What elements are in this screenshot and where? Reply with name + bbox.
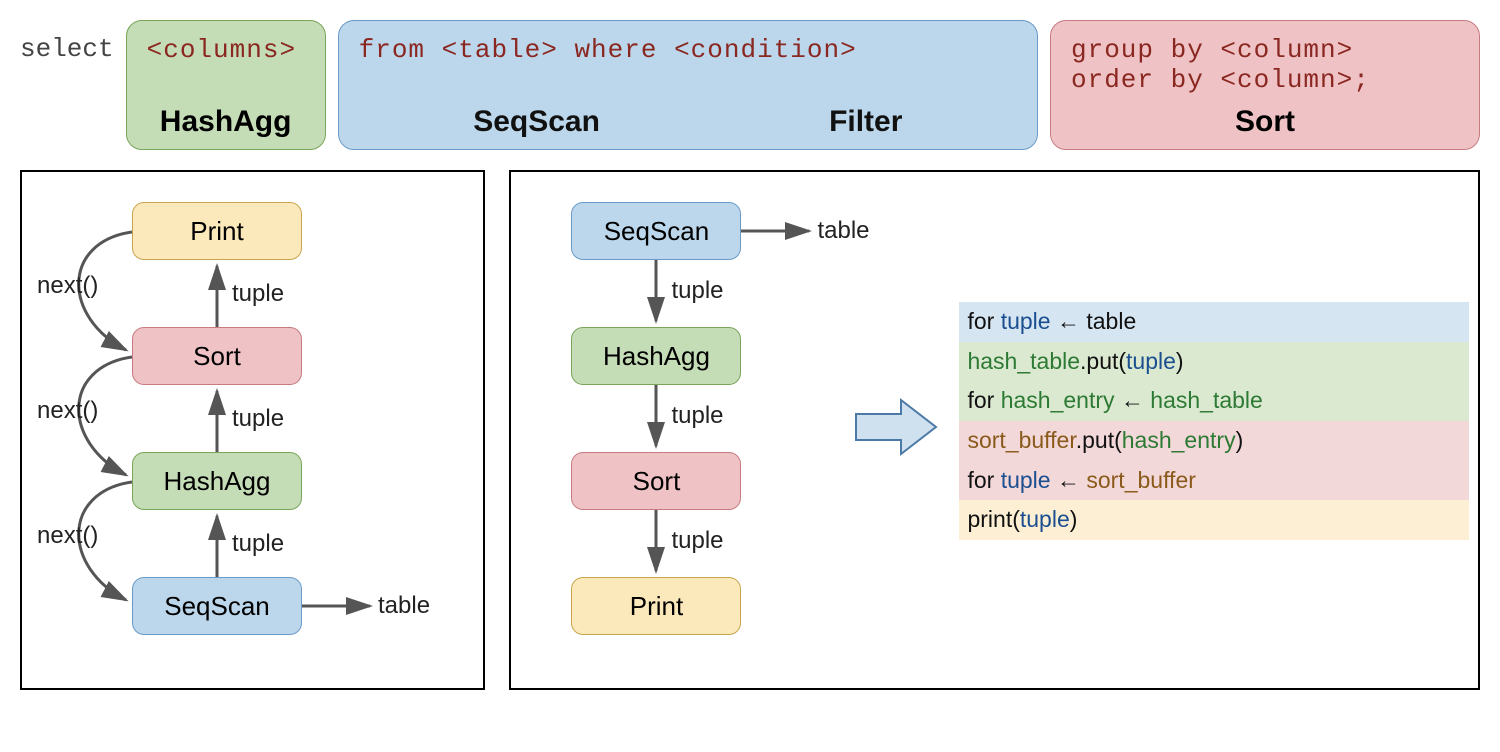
l5-arrow: ← bbox=[1051, 467, 1087, 493]
sort-label: Sort bbox=[1071, 105, 1459, 139]
pseudocode-line-4: sort_buffer.put(hash_entry) bbox=[959, 421, 1469, 461]
big-arrow-icon bbox=[851, 392, 941, 462]
node2-hashagg-label: HashAgg bbox=[603, 341, 710, 372]
l4-close: ) bbox=[1236, 427, 1244, 453]
l1-table: table bbox=[1086, 308, 1136, 334]
l3-for: for bbox=[967, 387, 1000, 413]
l1-tuple: tuple bbox=[1001, 308, 1051, 334]
seqscan-label: SeqScan bbox=[473, 105, 600, 139]
pseudocode-line-1: for tuple ← table bbox=[959, 302, 1469, 342]
edge-table-left: table bbox=[378, 592, 430, 620]
l6-print: print( bbox=[967, 506, 1019, 532]
node2-seqscan: SeqScan bbox=[571, 202, 741, 260]
l5-for: for bbox=[967, 467, 1000, 493]
hashagg-label: HashAgg bbox=[147, 105, 305, 139]
node-seqscan: SeqScan bbox=[132, 577, 302, 635]
l4-put: .put( bbox=[1076, 427, 1122, 453]
pseudocode-line-2: hash_table.put(tuple) bbox=[959, 342, 1469, 382]
node2-sort-label: Sort bbox=[633, 466, 681, 497]
pseudocode-line-5: for tuple ← sort_buffer bbox=[959, 461, 1469, 501]
filter-label: Filter bbox=[829, 105, 902, 139]
seqscan-clause-box: from <table> where <condition> SeqScan F… bbox=[338, 20, 1038, 150]
l2-hash-table: hash_table bbox=[967, 348, 1080, 374]
edge-tuple-2: tuple bbox=[232, 405, 284, 433]
sort-clause-box: group by <column> order by <column>; Sor… bbox=[1050, 20, 1480, 150]
sort-clause-text-1: group by <column> bbox=[1071, 35, 1459, 65]
node-print-label: Print bbox=[190, 216, 243, 247]
node-print: Print bbox=[132, 202, 302, 260]
select-keyword: select bbox=[20, 20, 114, 64]
edge-tuple-1: tuple bbox=[232, 280, 284, 308]
panels-row: Print Sort HashAgg SeqScan next() next() bbox=[20, 170, 1480, 690]
l1-arrow: ← bbox=[1051, 308, 1087, 334]
l3-arrow: ← bbox=[1115, 387, 1151, 413]
sql-mapping-row: select <columns> HashAgg from <table> wh… bbox=[20, 20, 1480, 150]
node-hashagg-label: HashAgg bbox=[164, 466, 271, 497]
pseudocode-line-3: for hash_entry ← hash_table bbox=[959, 381, 1469, 421]
node2-print-label: Print bbox=[630, 591, 683, 622]
node2-seqscan-label: SeqScan bbox=[604, 216, 710, 247]
l1-for: for bbox=[967, 308, 1000, 334]
edge-next-2: next() bbox=[37, 397, 98, 425]
l2-tuple: tuple bbox=[1126, 348, 1176, 374]
l4-sort-buffer: sort_buffer bbox=[967, 427, 1075, 453]
seqscan-clause-text: from <table> where <condition> bbox=[359, 35, 1017, 65]
l2-put: .put( bbox=[1080, 348, 1126, 374]
edge-tuple-r3: tuple bbox=[671, 527, 723, 555]
l6-close: ) bbox=[1070, 506, 1078, 532]
node2-print: Print bbox=[571, 577, 741, 635]
edge-next-3: next() bbox=[37, 522, 98, 550]
edge-tuple-r1: tuple bbox=[671, 277, 723, 305]
l3-hash-entry: hash_entry bbox=[1001, 387, 1115, 413]
node-sort-label: Sort bbox=[193, 341, 241, 372]
node-seqscan-label: SeqScan bbox=[164, 591, 270, 622]
edge-table-right: table bbox=[817, 217, 869, 245]
l3-hash-table: hash_table bbox=[1150, 387, 1263, 413]
l4-hash-entry: hash_entry bbox=[1122, 427, 1236, 453]
pseudocode-line-6: print(tuple) bbox=[959, 500, 1469, 540]
hashagg-clause-box: <columns> HashAgg bbox=[126, 20, 326, 150]
l5-sort-buffer: sort_buffer bbox=[1086, 467, 1196, 493]
edge-tuple-r2: tuple bbox=[671, 402, 723, 430]
sort-clause-text-2: order by <column>; bbox=[1071, 65, 1459, 95]
hashagg-clause-text: <columns> bbox=[147, 35, 305, 65]
edge-next-1: next() bbox=[37, 272, 98, 300]
l5-tuple: tuple bbox=[1001, 467, 1051, 493]
l2-close: ) bbox=[1176, 348, 1184, 374]
panel-iterator-model: Print Sort HashAgg SeqScan next() next() bbox=[20, 170, 485, 690]
panel-push-model: SeqScan HashAgg Sort Print table tuple t… bbox=[509, 170, 1480, 690]
node-hashagg: HashAgg bbox=[132, 452, 302, 510]
l6-tuple: tuple bbox=[1020, 506, 1070, 532]
node2-sort: Sort bbox=[571, 452, 741, 510]
node2-hashagg: HashAgg bbox=[571, 327, 741, 385]
node-sort: Sort bbox=[132, 327, 302, 385]
pseudocode-block: for tuple ← table hash_table.put(tuple) … bbox=[959, 302, 1469, 540]
edge-tuple-3: tuple bbox=[232, 530, 284, 558]
